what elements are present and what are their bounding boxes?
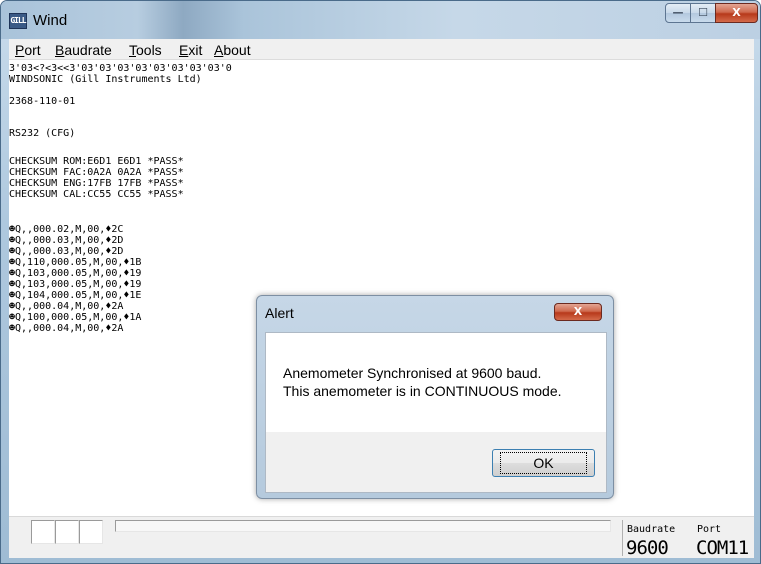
title-bar[interactable]: GILL Wind — ☐ X	[1, 1, 760, 39]
console-line: CHECKSUM ENG:17FB 17FB *PASS*	[9, 178, 184, 189]
status-panel-1	[31, 520, 55, 544]
status-divider	[622, 520, 623, 556]
status-panel-3	[79, 520, 103, 544]
console-line: ☻Q,,000.03,M,00,♦2D	[9, 246, 124, 257]
console-line: ☻Q,103,000.05,M,00,♦19	[9, 279, 142, 290]
status-panel-2	[55, 520, 79, 544]
console-line: ☻Q,,000.03,M,00,♦2D	[9, 235, 124, 246]
baudrate-value: 9600	[626, 537, 669, 559]
console-line: WINDSONIC (Gill Instruments Ltd)	[9, 74, 202, 85]
alert-dialog: Alert X Anemometer Synchronised at 9600 …	[256, 295, 614, 499]
console-line: CHECKSUM ROM:E6D1 E6D1 *PASS*	[9, 156, 184, 167]
console-line: RS232 (CFG)	[9, 128, 76, 139]
console-line: ☻Q,,000.04,M,00,♦2A	[9, 301, 124, 312]
console-line: ☻Q,110,000.05,M,00,♦1B	[9, 257, 142, 268]
alert-title: Alert	[265, 305, 294, 321]
console-line: ☻Q,100,000.05,M,00,♦1A	[9, 312, 142, 323]
menu-bar: Port Baudrate Tools Exit About	[9, 39, 754, 60]
menu-about[interactable]: About	[214, 42, 251, 58]
maximize-button[interactable]: ☐	[690, 3, 716, 23]
ok-button[interactable]: OK	[492, 449, 595, 477]
window-title: Wind	[33, 12, 68, 29]
menu-port[interactable]: Port	[15, 42, 41, 58]
close-button[interactable]: X	[715, 3, 758, 23]
menu-tools[interactable]: Tools	[129, 42, 162, 58]
console-line: ☻Q,,000.04,M,00,♦2A	[9, 323, 124, 334]
progress-bar	[115, 520, 611, 532]
alert-button-area: OK	[265, 432, 607, 493]
alert-message-line-2: This anemometer is in CONTINUOUS mode.	[283, 383, 562, 399]
port-label: Port	[697, 524, 722, 535]
alert-message-line-1: Anemometer Synchronised at 9600 baud.	[283, 365, 542, 381]
menu-baudrate[interactable]: Baudrate	[55, 42, 112, 58]
console-line: ☻Q,,000.02,M,00,♦2C	[9, 224, 124, 235]
minimize-button[interactable]: —	[665, 3, 691, 23]
console-line: 3'03<?<3<<3'03'03'03'03'03'03'03'03'0	[9, 63, 232, 74]
port-value: COM11	[696, 537, 749, 559]
menu-exit[interactable]: Exit	[179, 42, 202, 58]
app-icon[interactable]: GILL	[9, 13, 27, 29]
ok-button-label: OK	[500, 452, 587, 474]
baudrate-label: Baudrate	[627, 524, 676, 535]
alert-message-area: Anemometer Synchronised at 9600 baud. Th…	[265, 332, 607, 433]
console-line: 2368-110-01	[9, 96, 76, 107]
console-line: ☻Q,103,000.05,M,00,♦19	[9, 268, 142, 279]
console-line: ☻Q,104,000.05,M,00,♦1E	[9, 290, 142, 301]
status-bar: Baudrate 9600 Port COM11	[9, 516, 754, 559]
console-line: CHECKSUM CAL:CC55 CC55 *PASS*	[9, 189, 184, 200]
console-line: CHECKSUM FAC:0A2A 0A2A *PASS*	[9, 167, 184, 178]
alert-close-button[interactable]: X	[554, 303, 602, 321]
